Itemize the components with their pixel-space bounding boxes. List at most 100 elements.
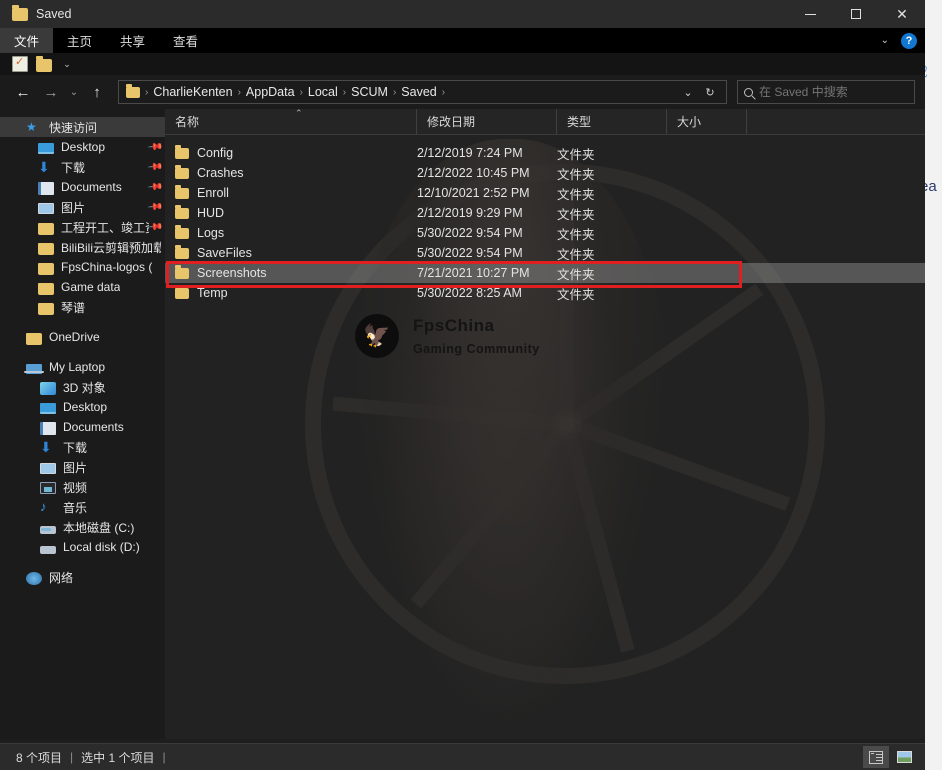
breadcrumb-item-scum[interactable]: SCUM — [347, 85, 392, 99]
sidebar-item-sheet-music[interactable]: 琴谱 — [0, 297, 165, 317]
breadcrumb-item-local[interactable]: Local — [304, 85, 342, 99]
tab-home[interactable]: 主页 — [53, 28, 106, 53]
recent-locations-button[interactable]: ⌄ — [66, 79, 82, 105]
sidebar-item-laptop-documents[interactable]: Documents — [0, 417, 165, 437]
status-separator: | — [70, 750, 73, 764]
column-header-date-modified[interactable]: 修改日期 — [417, 109, 557, 135]
breadcrumb-item-charliekenten[interactable]: CharlieKenten — [149, 85, 236, 99]
sidebar-item-quick-access[interactable]: ★ 快速访问 — [0, 117, 165, 137]
sidebar-item-fpschina-logos[interactable]: FpsChina-logos ( — [0, 257, 165, 277]
row-name-label: SaveFiles — [197, 246, 252, 260]
fpschina-logo-icon: 🦅 — [355, 314, 399, 358]
drive-icon — [40, 526, 56, 534]
explorer-body: ★ 快速访问 Desktop 📌 ⬇ 下载 📌 Documents 📌 图片 — [0, 109, 925, 739]
row-name-cell: Config — [165, 146, 417, 160]
close-button[interactable]: ✕ — [879, 0, 925, 28]
new-folder-icon[interactable] — [36, 59, 52, 72]
row-type-cell: 文件夹 — [557, 224, 667, 243]
tab-file[interactable]: 文件 — [0, 28, 53, 53]
watermark-title: FpsChina — [413, 316, 540, 336]
download-icon: ⬇ — [38, 159, 54, 175]
up-button[interactable]: ↑ — [84, 79, 110, 105]
sidebar-item-game-data[interactable]: Game data — [0, 277, 165, 297]
sidebar-item-local-disk-c[interactable]: 本地磁盘 (C:) — [0, 517, 165, 537]
table-row[interactable]: Enroll 12/10/2021 2:52 PM 文件夹 — [165, 183, 925, 203]
help-icon[interactable]: ? — [901, 33, 917, 49]
column-header-size[interactable]: 大小 — [667, 109, 747, 135]
row-date-cell: 2/12/2019 9:29 PM — [417, 206, 557, 220]
sidebar-item-3d-objects[interactable]: 3D 对象 — [0, 377, 165, 397]
status-bar: 8 个项目 | 选中 1 个项目 | — [0, 743, 925, 770]
row-type-cell: 文件夹 — [557, 204, 667, 223]
music-icon: ♪ — [40, 499, 56, 515]
back-button[interactable]: ← — [10, 79, 36, 105]
table-row[interactable]: Logs 5/30/2022 9:54 PM 文件夹 — [165, 223, 925, 243]
sidebar-item-local-disk-d[interactable]: Local disk (D:) — [0, 537, 165, 557]
sidebar-item-bilibili-folder[interactable]: BiliBili云剪辑预加载 — [0, 237, 165, 257]
drive-icon — [40, 546, 56, 554]
file-list-pane[interactable]: 🦅 FpsChina Gaming Community 名称 ⌃ 修改日期 — [165, 109, 925, 739]
search-box[interactable] — [737, 80, 915, 104]
window-title: Saved — [36, 7, 71, 21]
sidebar-item-pictures[interactable]: 图片 📌 — [0, 197, 165, 217]
large-icons-view-button[interactable] — [891, 746, 917, 768]
table-row[interactable]: Config 2/12/2019 7:24 PM 文件夹 — [165, 143, 925, 163]
table-row[interactable]: Temp 5/30/2022 8:25 AM 文件夹 — [165, 283, 925, 303]
folder-icon — [38, 223, 54, 235]
pin-icon: 📌 — [146, 139, 163, 155]
tab-share[interactable]: 共享 — [106, 28, 159, 53]
sidebar-item-laptop-downloads[interactable]: ⬇ 下载 — [0, 437, 165, 457]
address-dropdown-icon[interactable]: ⌄ — [678, 86, 698, 99]
table-row[interactable]: HUD 2/12/2019 9:29 PM 文件夹 — [165, 203, 925, 223]
table-row-selected[interactable]: Screenshots 7/21/2021 10:27 PM 文件夹 — [165, 263, 925, 283]
sidebar-item-desktop[interactable]: Desktop 📌 — [0, 137, 165, 157]
address-bar[interactable]: › CharlieKenten › AppData › Local › SCUM… — [118, 80, 727, 104]
sidebar-item-downloads[interactable]: ⬇ 下载 📌 — [0, 157, 165, 177]
sidebar-item-label: FpsChina-logos ( — [61, 260, 152, 274]
folder-icon — [38, 243, 54, 255]
sidebar-item-laptop-pictures[interactable]: 图片 — [0, 457, 165, 477]
maximize-button[interactable] — [833, 0, 879, 28]
column-header-name[interactable]: 名称 ⌃ — [165, 109, 417, 135]
details-view-button[interactable] — [863, 746, 889, 768]
sidebar-item-onedrive[interactable]: OneDrive — [0, 327, 165, 347]
address-bar-row: ← → ⌄ ↑ › CharlieKenten › AppData › Loca… — [0, 75, 925, 109]
sidebar-item-project-folder[interactable]: 工程开工、竣工资 📌 — [0, 217, 165, 237]
sidebar-item-laptop-music[interactable]: ♪ 音乐 — [0, 497, 165, 517]
column-header-type[interactable]: 类型 — [557, 109, 667, 135]
row-date-cell: 12/10/2021 2:52 PM — [417, 186, 557, 200]
table-row[interactable]: Crashes 2/12/2022 10:45 PM 文件夹 — [165, 163, 925, 183]
tab-view[interactable]: 查看 — [159, 28, 212, 53]
folder-icon — [175, 268, 189, 279]
folder-icon — [175, 288, 189, 299]
sidebar-item-label: OneDrive — [49, 330, 100, 344]
row-date-cell: 7/21/2021 10:27 PM — [417, 266, 557, 280]
breadcrumb-item-appdata[interactable]: AppData — [242, 85, 299, 99]
refresh-icon[interactable]: ↻ — [700, 86, 720, 99]
minimize-button[interactable] — [787, 0, 833, 28]
chevron-down-icon[interactable]: ⌄ — [881, 35, 889, 46]
sidebar-item-documents[interactable]: Documents 📌 — [0, 177, 165, 197]
customize-caret-icon[interactable]: ⌄ — [60, 59, 74, 70]
navigation-pane[interactable]: ★ 快速访问 Desktop 📌 ⬇ 下载 📌 Documents 📌 图片 — [0, 109, 165, 739]
row-type-cell: 文件夹 — [557, 264, 667, 283]
column-header-label: 大小 — [677, 113, 701, 130]
column-header-label: 名称 — [175, 113, 199, 130]
table-row[interactable]: SaveFiles 5/30/2022 9:54 PM 文件夹 — [165, 243, 925, 263]
search-input[interactable] — [759, 85, 908, 99]
sidebar-item-my-laptop[interactable]: My Laptop — [0, 357, 165, 377]
breadcrumb-item-saved[interactable]: Saved — [397, 85, 440, 99]
row-date-cell: 5/30/2022 9:54 PM — [417, 246, 557, 260]
forward-button[interactable]: → — [38, 79, 64, 105]
sidebar-item-label: 音乐 — [63, 499, 87, 516]
properties-icon[interactable] — [12, 56, 28, 72]
sidebar-item-laptop-desktop[interactable]: Desktop — [0, 397, 165, 417]
desktop-icon — [38, 143, 54, 154]
sidebar-item-laptop-videos[interactable]: 视频 — [0, 477, 165, 497]
sidebar-item-label: BiliBili云剪辑预加载 — [61, 239, 161, 256]
sidebar-spacer — [0, 347, 165, 357]
sidebar-item-network[interactable]: 网络 — [0, 567, 165, 587]
emblem-spoke-shape — [411, 408, 582, 609]
window-controls: ✕ — [787, 0, 925, 28]
breadcrumb-separator: › — [441, 87, 446, 98]
